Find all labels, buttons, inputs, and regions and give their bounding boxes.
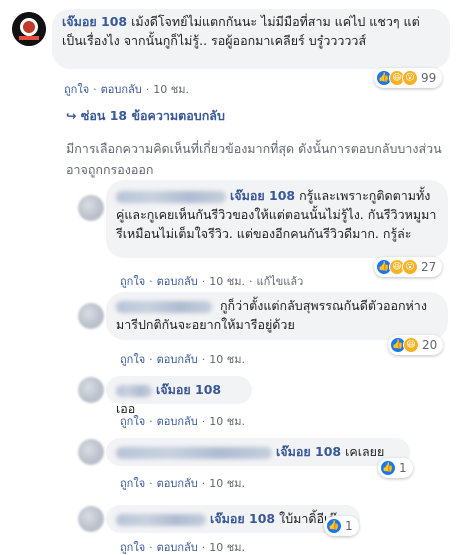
reply-reactions[interactable]: 👍 😆 20 <box>388 335 444 355</box>
wow-reaction-icon: 😮 <box>402 70 418 86</box>
like-button[interactable]: ถูกใจ <box>120 275 145 288</box>
reaction-count: 1 <box>399 461 407 475</box>
reaction-count: 1 <box>345 519 353 533</box>
haha-reaction-icon: 😆 <box>403 337 419 353</box>
like-reaction-icon: 👍 <box>380 460 396 476</box>
timestamp[interactable]: 10 ชม. <box>209 275 245 288</box>
like-button[interactable]: ถูกใจ <box>120 477 145 490</box>
reply-button[interactable]: ตอบกลับ <box>101 83 142 96</box>
reply-bubble: เจ๊มอย 108 เคเลยย <box>106 438 410 466</box>
top-commenter-avatar[interactable] <box>12 12 46 46</box>
reply-avatar[interactable] <box>78 377 104 403</box>
timestamp[interactable]: 10 ชม. <box>209 541 245 554</box>
tagged-name[interactable]: เจ๊มอย 108 <box>156 382 221 397</box>
blurred-name <box>116 513 206 526</box>
reaction-count: 99 <box>421 71 437 85</box>
hide-replies-link[interactable]: ↪ ซ่อน 18 ข้อความตอบกลับ <box>66 106 225 126</box>
reply-bubble: เจ๊มอย 108 กรู้และเพราะกูติดตามทั้งคู่แล… <box>106 180 448 258</box>
reply-button[interactable]: ตอบกลับ <box>157 415 198 428</box>
reply-bubble: กูก็ว่าตั้งแต่กลับสุพรรณกันดีตัวออกห่างม… <box>106 292 448 340</box>
like-button[interactable]: ถูกใจ <box>64 83 89 96</box>
reply-reactions[interactable]: 👍 😆 😮 27 <box>374 257 443 277</box>
wow-reaction-icon: 😮 <box>402 259 418 275</box>
reply-actions: ถูกใจ · ตอบกลับ · 10 ชม. <box>120 477 245 490</box>
reply-actions: ถูกใจ · ตอบกลับ · 10 ชม. · แก้ไขแล้ว <box>120 275 304 288</box>
blurred-name <box>116 384 152 397</box>
reply-arrow-icon: ↪ <box>66 108 77 123</box>
reply-avatar[interactable] <box>78 439 104 465</box>
top-comment-reactions[interactable]: 👍 😆 😮 99 <box>374 68 443 88</box>
reply-reactions[interactable]: 👍 1 <box>378 458 413 478</box>
reply-actions: ถูกใจ · ตอบกลับ · 10 ชม. <box>120 541 245 554</box>
reply-bubble: เจ๊มอย 108 ใบ้มาดิ้อีเจ๊ <box>106 505 360 533</box>
timestamp[interactable]: 10 ชม. <box>209 477 245 490</box>
reaction-count: 20 <box>422 338 438 352</box>
edited-label[interactable]: แก้ไขแล้ว <box>256 275 303 288</box>
reply-button[interactable]: ตอบกลับ <box>157 541 198 554</box>
reply-button[interactable]: ตอบกลับ <box>157 477 198 490</box>
reply-actions: ถูกใจ · ตอบกลับ · 10 ชม. <box>120 415 245 428</box>
like-button[interactable]: ถูกใจ <box>120 353 145 366</box>
logo-icon <box>12 12 46 46</box>
tagged-name[interactable]: เจ๊มอย 108 <box>230 188 295 203</box>
like-button[interactable]: ถูกใจ <box>120 415 145 428</box>
reply-button[interactable]: ตอบกลับ <box>157 353 198 366</box>
timestamp[interactable]: 10 ชม. <box>209 353 245 366</box>
blurred-name <box>116 300 212 313</box>
tagged-name[interactable]: เจ๊มอย 108 <box>210 511 275 526</box>
reply-avatar[interactable] <box>78 303 104 329</box>
reply-text: เคเลยย <box>345 444 385 459</box>
reply-bubble: เจ๊มอย 108 เออ <box>106 376 252 416</box>
reply-actions: ถูกใจ · ตอบกลับ · 10 ชม. <box>120 353 245 366</box>
reaction-count: 27 <box>421 260 437 274</box>
top-comment-bubble: เจ๊มอย 108 เม้งดีโจทย์ไม่แตกกันนะ ไม่มีม… <box>52 9 450 69</box>
reply-avatar[interactable] <box>78 195 104 221</box>
like-button[interactable]: ถูกใจ <box>120 541 145 554</box>
filter-notice: มีการเลือกความคิดเห็นที่เกี่ยวข้องมากที่… <box>66 141 442 177</box>
reply-button[interactable]: ตอบกลับ <box>157 275 198 288</box>
reply-avatar[interactable] <box>78 506 104 532</box>
top-comment-actions: ถูกใจ · ตอบกลับ · 10 ชม. <box>64 83 189 96</box>
timestamp[interactable]: 10 ชม. <box>153 83 189 96</box>
blurred-name <box>116 190 226 203</box>
reply-reactions[interactable]: 👍 1 <box>324 516 359 536</box>
blurred-name <box>116 446 272 459</box>
timestamp[interactable]: 10 ชม. <box>209 415 245 428</box>
hide-replies-label: ซ่อน 18 ข้อความตอบกลับ <box>80 108 225 123</box>
tagged-name[interactable]: เจ๊มอย 108 <box>276 444 341 459</box>
top-commenter-name[interactable]: เจ๊มอย 108 <box>62 14 127 29</box>
like-reaction-icon: 👍 <box>326 518 342 534</box>
